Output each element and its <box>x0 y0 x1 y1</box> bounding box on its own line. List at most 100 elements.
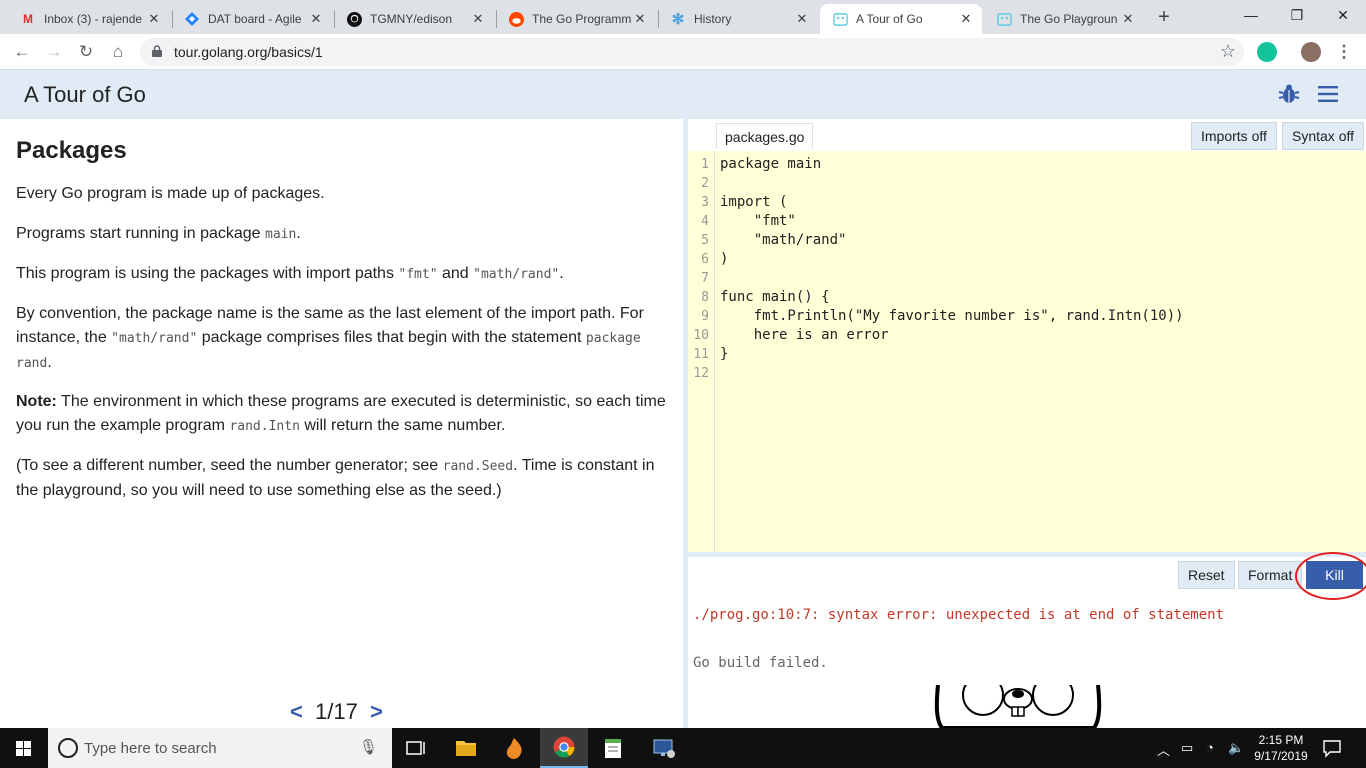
wifi-icon[interactable]: ◔ <box>1206 740 1214 755</box>
gmail-icon: M <box>23 12 33 26</box>
notepad-icon[interactable] <box>590 728 638 768</box>
tab-tour-of-go[interactable]: A Tour of Go ✕ <box>820 4 982 34</box>
tab-history[interactable]: ✻ History ✕ <box>658 4 818 34</box>
gopher-icon <box>832 11 848 27</box>
code-editor[interactable]: 1 2 3 4 5 6 7 8 9 10 11 12 package main … <box>688 151 1366 552</box>
close-icon[interactable]: ✕ <box>470 11 486 27</box>
format-button[interactable]: Format <box>1238 561 1303 589</box>
code-line[interactable]: here is an error <box>720 327 889 343</box>
close-icon[interactable]: ✕ <box>1120 11 1136 27</box>
page-counter: 1/17 <box>314 699 358 724</box>
clock-time: 2:15 PM <box>1258 733 1304 747</box>
forward-button[interactable]: → <box>42 40 66 64</box>
line-number-gutter: 1 2 3 4 5 6 7 8 9 10 11 12 <box>688 151 715 552</box>
tab-title: Inbox (3) - rajende <box>44 12 143 26</box>
code-line[interactable]: func main() { <box>720 289 830 305</box>
code-line[interactable]: "math/rand" <box>720 232 847 248</box>
tab-gmail[interactable]: M Inbox (3) - rajende ✕ <box>8 4 170 34</box>
tab-title: The Go Playgroun <box>1020 12 1118 26</box>
prev-page-button[interactable]: < <box>290 699 303 724</box>
code-line[interactable]: import ( <box>720 194 787 210</box>
task-view-icon[interactable] <box>392 728 440 768</box>
code-line[interactable]: ) <box>720 251 728 267</box>
chrome-icon[interactable] <box>540 728 588 768</box>
line-number: 12 <box>693 366 709 381</box>
close-icon[interactable]: ✕ <box>958 11 974 27</box>
imports-toggle-button[interactable]: Imports off <box>1191 122 1277 150</box>
lesson-note: Note: The environment in which these pro… <box>16 393 666 434</box>
github-icon <box>346 11 362 27</box>
close-icon[interactable]: ✕ <box>146 11 162 27</box>
clock-date: 9/17/2019 <box>1254 749 1308 763</box>
site-title[interactable]: A Tour of Go <box>24 82 146 108</box>
browser-tab-strip: M Inbox (3) - rajende ✕ DAT board - Agil… <box>0 0 1366 34</box>
reload-button[interactable]: ↻ <box>74 40 98 64</box>
lesson-paragraph: Every Go program is made up of packages. <box>16 185 325 202</box>
tour-header: A Tour of Go <box>0 70 1366 119</box>
build-status-text: Go build failed. <box>693 655 828 671</box>
editor-pane: packages.go Imports off Syntax off 1 2 3… <box>688 119 1366 728</box>
next-page-button[interactable]: > <box>370 699 383 724</box>
close-icon[interactable]: ✕ <box>308 11 324 27</box>
code-line[interactable]: package main <box>720 156 821 172</box>
home-button[interactable]: ⌂ <box>106 40 130 64</box>
address-bar[interactable]: tour.golang.org/basics/1 ☆ <box>140 38 1244 66</box>
syntax-toggle-button[interactable]: Syntax off <box>1282 122 1365 150</box>
close-window-button[interactable]: ✕ <box>1320 0 1366 30</box>
app-flame-icon[interactable] <box>490 728 538 768</box>
line-number: 10 <box>693 328 709 343</box>
bookmark-star-icon[interactable]: ☆ <box>1220 41 1236 62</box>
chrome-menu-icon[interactable]: ⋮ <box>1332 40 1356 64</box>
code-line[interactable]: "fmt" <box>720 213 796 229</box>
volume-icon[interactable]: 🔈 <box>1228 740 1244 756</box>
tab-github[interactable]: TGMNY/edison ✕ <box>334 4 494 34</box>
remote-desktop-icon[interactable] <box>640 728 688 768</box>
reset-button[interactable]: Reset <box>1178 561 1235 589</box>
url-text: tour.golang.org/basics/1 <box>174 44 323 60</box>
lesson-paragraph: By convention, the package name is the s… <box>16 305 644 371</box>
microphone-icon[interactable]: 🎙 <box>359 738 378 756</box>
grammarly-extension-icon[interactable] <box>1257 42 1277 62</box>
file-explorer-icon[interactable] <box>442 728 490 768</box>
tab-reddit[interactable]: The Go Programm ✕ <box>496 4 656 34</box>
close-icon[interactable]: ✕ <box>632 11 648 27</box>
taskbar-search-input[interactable]: Type here to search 🎙 <box>48 728 392 768</box>
code-line[interactable]: } <box>720 346 728 362</box>
browser-toolbar: ← → ↻ ⌂ tour.golang.org/basics/1 ☆ ⋮ <box>0 34 1366 70</box>
windows-taskbar: Type here to search 🎙 ︿ ▭ ◔ 🔈 2:15 PM 9/… <box>0 728 1366 768</box>
lock-icon <box>152 45 162 57</box>
tab-title: DAT board - Agile <box>208 12 302 26</box>
profile-avatar[interactable] <box>1301 42 1321 62</box>
code-line[interactable]: fmt.Println("My favorite number is", ran… <box>720 308 1184 324</box>
tab-title: The Go Programm <box>532 12 632 26</box>
minimize-button[interactable]: — <box>1228 0 1274 30</box>
show-hidden-icons-icon[interactable]: ︿ <box>1157 740 1170 759</box>
close-icon[interactable]: ✕ <box>794 11 810 27</box>
bug-icon[interactable] <box>1278 83 1300 105</box>
history-icon: ✻ <box>671 11 685 28</box>
line-number: 3 <box>701 195 709 210</box>
hamburger-menu-icon[interactable] <box>1317 84 1339 104</box>
windows-start-icon[interactable] <box>0 728 48 768</box>
annotation-circle <box>1295 552 1366 600</box>
file-tab[interactable]: packages.go <box>716 123 814 149</box>
battery-icon[interactable]: ▭ <box>1181 740 1193 756</box>
tab-jira[interactable]: DAT board - Agile ✕ <box>172 4 332 34</box>
tab-title: A Tour of Go <box>856 12 923 26</box>
action-center-icon[interactable] <box>1322 738 1342 758</box>
restore-button[interactable]: ❐ <box>1274 0 1320 30</box>
line-number: 2 <box>701 176 709 191</box>
compile-error-text: ./prog.go:10:7: syntax error: unexpected… <box>693 607 1225 623</box>
search-placeholder: Type here to search <box>84 740 217 757</box>
line-number: 6 <box>701 252 709 267</box>
lesson-heading: Packages <box>16 137 127 164</box>
new-tab-button[interactable]: + <box>1152 4 1176 30</box>
tab-go-playground[interactable]: The Go Playgroun ✕ <box>984 4 1144 34</box>
back-button[interactable]: ← <box>10 40 34 64</box>
line-number: 8 <box>701 290 709 305</box>
reddit-icon <box>508 11 524 27</box>
jira-icon <box>184 11 200 27</box>
line-number: 4 <box>701 214 709 229</box>
system-clock[interactable]: 2:15 PM 9/17/2019 <box>1248 732 1314 764</box>
cortana-icon <box>58 738 78 758</box>
